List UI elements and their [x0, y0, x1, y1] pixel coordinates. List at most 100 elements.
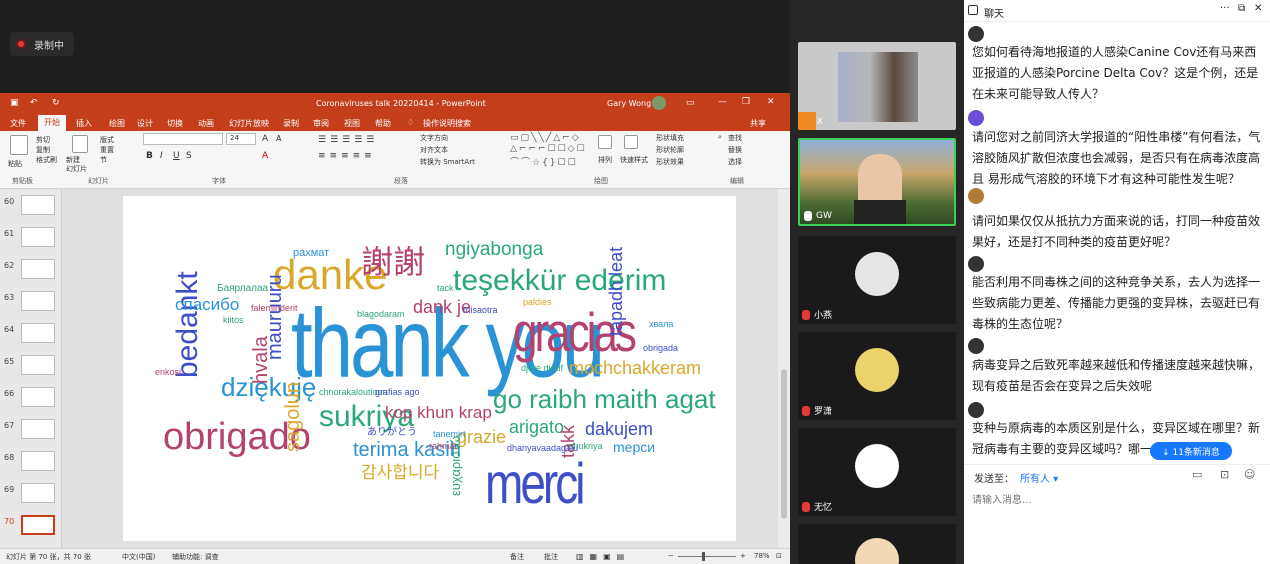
- slide-thumbnail[interactable]: 64: [0, 321, 61, 351]
- arrange-icon[interactable]: [598, 135, 612, 149]
- quick-styles-icon[interactable]: [624, 135, 638, 149]
- zoom-out-icon[interactable]: −: [668, 552, 674, 560]
- tab-view[interactable]: 视图: [344, 118, 360, 129]
- font-size-select[interactable]: 24: [226, 133, 256, 145]
- grow-font-icon[interactable]: A: [262, 134, 268, 144]
- zoom-slider-handle[interactable]: [702, 552, 705, 561]
- tab-help[interactable]: 帮助: [375, 118, 391, 129]
- canvas-vertical-scrollbar[interactable]: [778, 189, 790, 548]
- user-icon[interactable]: ☺: [1244, 468, 1255, 481]
- slide-thumbnail[interactable]: 61: [0, 225, 61, 255]
- new-slide-button[interactable]: 新建 幻灯片: [66, 156, 87, 174]
- recording-badge[interactable]: 录制中: [10, 32, 74, 56]
- language-indicator[interactable]: 中文(中国): [122, 552, 155, 562]
- tab-transitions[interactable]: 切换: [167, 118, 183, 129]
- font-name-select[interactable]: [143, 133, 223, 145]
- reset-button[interactable]: 重置: [100, 145, 114, 155]
- tab-draw[interactable]: 绘图: [109, 118, 125, 129]
- italic-icon[interactable]: I: [160, 151, 163, 161]
- shapes-gallery-row3[interactable]: ⌒⌒☆{}☐☐: [510, 155, 578, 168]
- shape-outline-button[interactable]: 形状轮廓: [656, 145, 684, 155]
- screenshot-icon[interactable]: ⊡: [1220, 468, 1229, 481]
- tab-file[interactable]: 文件: [10, 118, 26, 129]
- accessibility-indicator[interactable]: 辅助功能: 调查: [172, 552, 219, 562]
- slide-thumbnail[interactable]: 63: [0, 289, 61, 319]
- more-icon[interactable]: ···: [1220, 3, 1230, 14]
- shapes-gallery[interactable]: ▭▢╲╲╱△⌐◇: [510, 133, 581, 143]
- zoom-in-icon[interactable]: +: [740, 552, 746, 560]
- tab-record[interactable]: 录制: [283, 118, 299, 129]
- arrange-button[interactable]: 排列: [598, 155, 612, 165]
- user-name[interactable]: Gary Wong: [607, 99, 651, 108]
- find-button[interactable]: 查找: [728, 133, 742, 143]
- shapes-gallery-row2[interactable]: △⌐⌐⌐☐☐◇☐: [510, 144, 587, 154]
- video-tile-jx[interactable]: JX: [798, 42, 956, 130]
- text-direction-button[interactable]: 文字方向: [420, 133, 448, 143]
- video-tile-wuyi[interactable]: 无忆: [798, 428, 956, 516]
- ribbon-display-icon[interactable]: ▭: [686, 98, 695, 108]
- video-tile-luoxiao[interactable]: 罗潇: [798, 332, 956, 420]
- copy-button[interactable]: 复制: [36, 145, 50, 155]
- quick-styles-button[interactable]: 快速样式: [620, 155, 648, 165]
- popout-icon[interactable]: ⧉: [1238, 3, 1245, 14]
- slide-thumbnail[interactable]: 68: [0, 449, 61, 479]
- section-button[interactable]: 节: [100, 155, 107, 165]
- view-buttons[interactable]: ▥▦▣▤: [576, 552, 630, 561]
- slide-thumbnail[interactable]: 67: [0, 417, 61, 447]
- user-avatar[interactable]: [652, 96, 666, 110]
- chat-input[interactable]: [972, 490, 1264, 510]
- find-icon[interactable]: ⌕: [718, 133, 722, 142]
- slide-thumbnail[interactable]: 62: [0, 257, 61, 287]
- tab-review[interactable]: 审阅: [313, 118, 329, 129]
- tab-home[interactable]: 开始: [38, 115, 66, 131]
- slide-thumbnail[interactable]: 65: [0, 353, 61, 383]
- font-color-icon[interactable]: A: [262, 151, 268, 161]
- undo-icon[interactable]: ↶: [30, 98, 38, 108]
- paste-icon[interactable]: [10, 135, 28, 155]
- file-icon[interactable]: ▭: [1192, 468, 1202, 481]
- tab-slideshow[interactable]: 幻灯片放映: [229, 118, 269, 129]
- tab-insert[interactable]: 插入: [76, 118, 92, 129]
- layout-button[interactable]: 版式: [100, 135, 114, 145]
- close-chat-icon[interactable]: ✕: [1254, 3, 1262, 14]
- zoom-level[interactable]: 78%: [754, 552, 770, 560]
- share-button[interactable]: 共享: [750, 118, 766, 129]
- bold-icon[interactable]: B: [146, 151, 153, 161]
- paste-button[interactable]: 粘贴: [8, 159, 22, 169]
- restore-icon[interactable]: ❐: [742, 97, 750, 107]
- slide-70[interactable]: thank you danke 謝謝 gracias merci obrigado teşe…: [123, 196, 736, 541]
- bullets-icon[interactable]: ☰☰☰☰☰: [318, 135, 378, 145]
- scrollbar-thumb[interactable]: [781, 369, 787, 519]
- new-messages-button[interactable]: ↓ 11条新消息: [1150, 442, 1232, 460]
- comments-button[interactable]: 批注: [544, 552, 558, 562]
- align-text-button[interactable]: 对齐文本: [420, 145, 448, 155]
- align-icons[interactable]: ≡≡≡≡≡: [318, 151, 376, 161]
- shrink-font-icon[interactable]: A: [276, 134, 281, 143]
- notes-button[interactable]: 备注: [510, 552, 524, 562]
- shape-effects-button[interactable]: 形状效果: [656, 157, 684, 167]
- slide-thumbnail[interactable]: 69: [0, 481, 61, 511]
- minimize-icon[interactable]: —: [718, 97, 727, 107]
- zoom-slider[interactable]: [678, 556, 736, 557]
- video-tile-gw[interactable]: GW: [798, 138, 956, 226]
- slide-thumbnail[interactable]: 66: [0, 385, 61, 415]
- shape-fill-button[interactable]: 形状填充: [656, 133, 684, 143]
- new-slide-icon[interactable]: [72, 135, 88, 153]
- replace-button[interactable]: 替换: [728, 145, 742, 155]
- slide-thumbnail[interactable]: 60: [0, 193, 61, 223]
- tab-design[interactable]: 设计: [137, 118, 153, 129]
- close-icon[interactable]: ✕: [767, 97, 775, 107]
- smartart-button[interactable]: 转换为 SmartArt: [420, 157, 475, 167]
- video-tile-partial[interactable]: [798, 524, 956, 564]
- send-target-select[interactable]: 所有人 ▾: [1020, 470, 1058, 485]
- select-button[interactable]: 选择: [728, 157, 742, 167]
- underline-icon[interactable]: U: [173, 151, 180, 161]
- video-tile-xiaoyan[interactable]: 小燕: [798, 236, 956, 324]
- slide-thumbnail[interactable]: 70: [0, 513, 61, 543]
- shadow-icon[interactable]: S: [186, 151, 192, 161]
- save-icon[interactable]: ▣: [10, 98, 19, 108]
- tell-me-search[interactable]: 操作说明搜索: [423, 118, 471, 129]
- cut-button[interactable]: 剪切: [36, 135, 50, 145]
- tab-animations[interactable]: 动画: [198, 118, 214, 129]
- fit-slide-icon[interactable]: ⊡: [776, 552, 782, 560]
